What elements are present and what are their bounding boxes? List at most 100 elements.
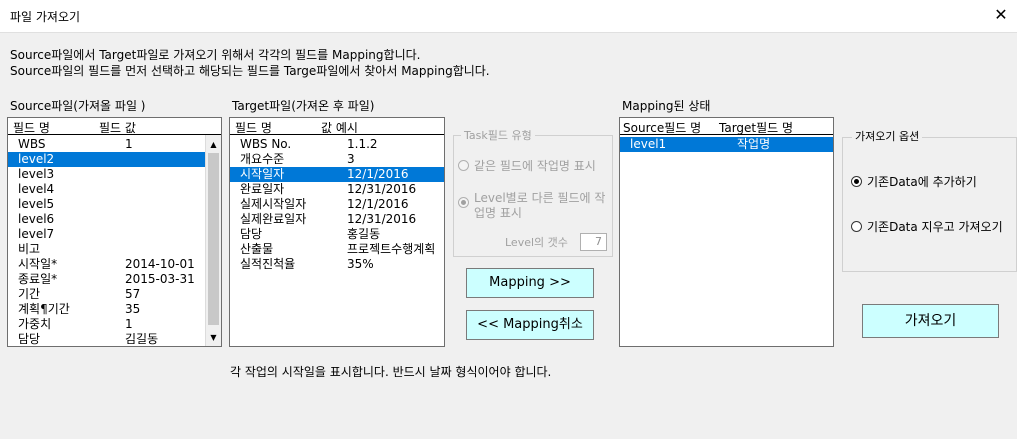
replace-label: 기존Data 지우고 가져오기 [867, 220, 1003, 234]
source-row[interactable]: level4 [8, 182, 206, 197]
mapped-col-source: Source필드 명 [623, 121, 702, 135]
target-row-value: 12/1/2016 [347, 197, 409, 211]
source-row-name: level6 [18, 212, 55, 226]
source-row-name: WBS [18, 137, 46, 151]
same-field-radio[interactable] [458, 160, 469, 171]
source-scrollbar[interactable]: ▲ ▼ [205, 135, 221, 346]
source-col-value: 필드 값 [99, 121, 136, 135]
source-row[interactable]: level5 [8, 197, 206, 212]
append-radio[interactable] [851, 176, 862, 187]
target-row-name: 시작일자 [240, 167, 285, 181]
level-field-radio[interactable] [458, 197, 469, 208]
source-row[interactable]: 계획¶기간 35 [8, 302, 206, 317]
level-count-input[interactable]: 7 [580, 233, 607, 251]
mapped-list-header: Source필드 명 Target필드 명 [620, 118, 833, 135]
source-row-value: 2014-10-01 [125, 257, 195, 271]
radio-dot-icon [854, 179, 859, 184]
source-row[interactable]: 비고 [8, 242, 206, 257]
target-row[interactable]: 완료일자 12/31/2016 [230, 182, 444, 197]
source-row[interactable]: 시작일* 2014-10-01 [8, 257, 206, 272]
source-row-value: 57 [125, 287, 141, 301]
source-row-name: level4 [18, 182, 55, 196]
level-count-label: Level의 갯수 [505, 236, 568, 249]
scroll-thumb[interactable] [208, 153, 219, 325]
append-label: 기존Data에 추가하기 [867, 175, 977, 189]
source-field-list[interactable]: 필드 명 필드 값 WBS 1 level2 level3 level4 level5 le… [7, 117, 222, 347]
source-row[interactable]: 담당 김길동 [8, 332, 206, 346]
mapped-field-list[interactable]: Source필드 명 Target필드 명 level1 작업명 [619, 117, 834, 347]
target-row[interactable]: 실적진척율 35% [230, 257, 444, 272]
target-row-value: 12/31/2016 [347, 212, 417, 226]
scroll-up-icon[interactable]: ▲ [206, 137, 221, 152]
radio-dot-icon [461, 200, 466, 205]
description-line-1: Source파일에서 Target파일로 가져오기 위해서 각각의 필드를 Ma… [10, 48, 421, 62]
import-button[interactable]: 가져오기 [862, 304, 999, 338]
source-row[interactable]: level7 [8, 227, 206, 242]
source-row[interactable]: 기간 57 [8, 287, 206, 302]
target-row-name: 실적진척율 [240, 257, 296, 271]
level-field-label-line-2: 업명 표시 [474, 206, 522, 220]
mapped-list-label: Mapping된 상태 [622, 99, 711, 113]
target-row-name: 산출물 [240, 242, 274, 256]
target-row[interactable]: 산출물 프로젝트수행계획 [230, 242, 444, 257]
unmapping-button[interactable]: << Mapping취소 [466, 310, 594, 340]
scroll-down-icon[interactable]: ▼ [206, 330, 221, 345]
source-row-name: 계획¶기간 [18, 302, 70, 316]
source-row[interactable]: 가중치 1 [8, 317, 206, 332]
source-row[interactable]: level3 [8, 167, 206, 182]
source-row-name: 종료일* [18, 272, 58, 286]
target-row-value: 35% [347, 257, 374, 271]
description-line-2: Source파일의 필드를 먼저 선택하고 해당되는 필드를 Targe파일에서… [10, 64, 490, 78]
target-row[interactable]: 실제완료일자 12/31/2016 [230, 212, 444, 227]
target-row-value: 12/31/2016 [347, 182, 417, 196]
source-list-header: 필드 명 필드 값 [8, 118, 221, 135]
target-row[interactable]: 실제시작일자 12/1/2016 [230, 197, 444, 212]
source-row-name: 가중치 [18, 317, 52, 331]
source-row[interactable]: 종료일* 2015-03-31 [8, 272, 206, 287]
mapping-button[interactable]: Mapping >> [466, 268, 594, 298]
import-options-group [842, 137, 1017, 272]
source-row-value: 35 [125, 302, 141, 316]
target-row[interactable]: 개요수준 3 [230, 152, 444, 167]
target-row-value: 12/1/2016 [347, 167, 409, 181]
source-row[interactable]: level6 [8, 212, 206, 227]
replace-radio[interactable] [851, 221, 862, 232]
target-row-name: 담당 [240, 227, 263, 241]
window-title: 파일 가져오기 [10, 10, 81, 24]
target-col-name: 필드 명 [235, 121, 272, 135]
target-col-value: 값 예시 [321, 121, 358, 135]
target-row[interactable]: WBS No. 1.1.2 [230, 137, 444, 152]
source-col-name: 필드 명 [13, 121, 50, 135]
source-row-name: 기간 [18, 287, 41, 301]
target-row-value: 3 [347, 152, 355, 166]
source-row[interactable]: level2 [8, 152, 206, 167]
target-row-name: 개요수준 [240, 152, 285, 166]
target-list-label: Target파일(가져온 후 파일) [232, 99, 375, 113]
target-list-header: 필드 명 값 예시 [230, 118, 444, 135]
same-field-label: 같은 필드에 작업명 표시 [474, 159, 596, 173]
title-bar: 파일 가져오기 ✕ [0, 0, 1017, 33]
mapped-row-target: 작업명 [737, 137, 771, 151]
source-row-name: 시작일* [18, 257, 58, 271]
source-row-name: level2 [18, 152, 55, 166]
source-row-value: 1 [125, 317, 133, 331]
target-field-list[interactable]: 필드 명 값 예시 WBS No. 1.1.2 개요수준 3 시작일자 12/1/2016… [229, 117, 445, 347]
target-row-name: WBS No. [240, 137, 292, 151]
task-field-type-title: Task필드 유형 [461, 127, 535, 143]
mapped-row-source: level1 [630, 137, 667, 151]
close-icon[interactable]: ✕ [990, 4, 1012, 26]
mapped-row[interactable]: level1 작업명 [620, 137, 833, 152]
source-list-label: Source파일(가져올 파일 ) [10, 99, 146, 113]
source-row-value: 김길동 [125, 332, 159, 346]
source-row-name: level7 [18, 227, 55, 241]
status-text: 각 작업의 시작일을 표시합니다. 반드시 날짜 형식이어야 합니다. [230, 365, 552, 379]
target-row[interactable]: 시작일자 12/1/2016 [230, 167, 444, 182]
source-row[interactable]: WBS 1 [8, 137, 206, 152]
target-row-name: 완료일자 [240, 182, 285, 196]
source-row-name: 담당 [18, 332, 41, 346]
target-row-name: 실제완료일자 [240, 212, 307, 226]
target-row[interactable]: 담당 홍길동 [230, 227, 444, 242]
mapped-col-target: Target필드 명 [719, 121, 794, 135]
target-row-value: 프로젝트수행계획 [347, 242, 436, 256]
source-row-value: 2015-03-31 [125, 272, 195, 286]
